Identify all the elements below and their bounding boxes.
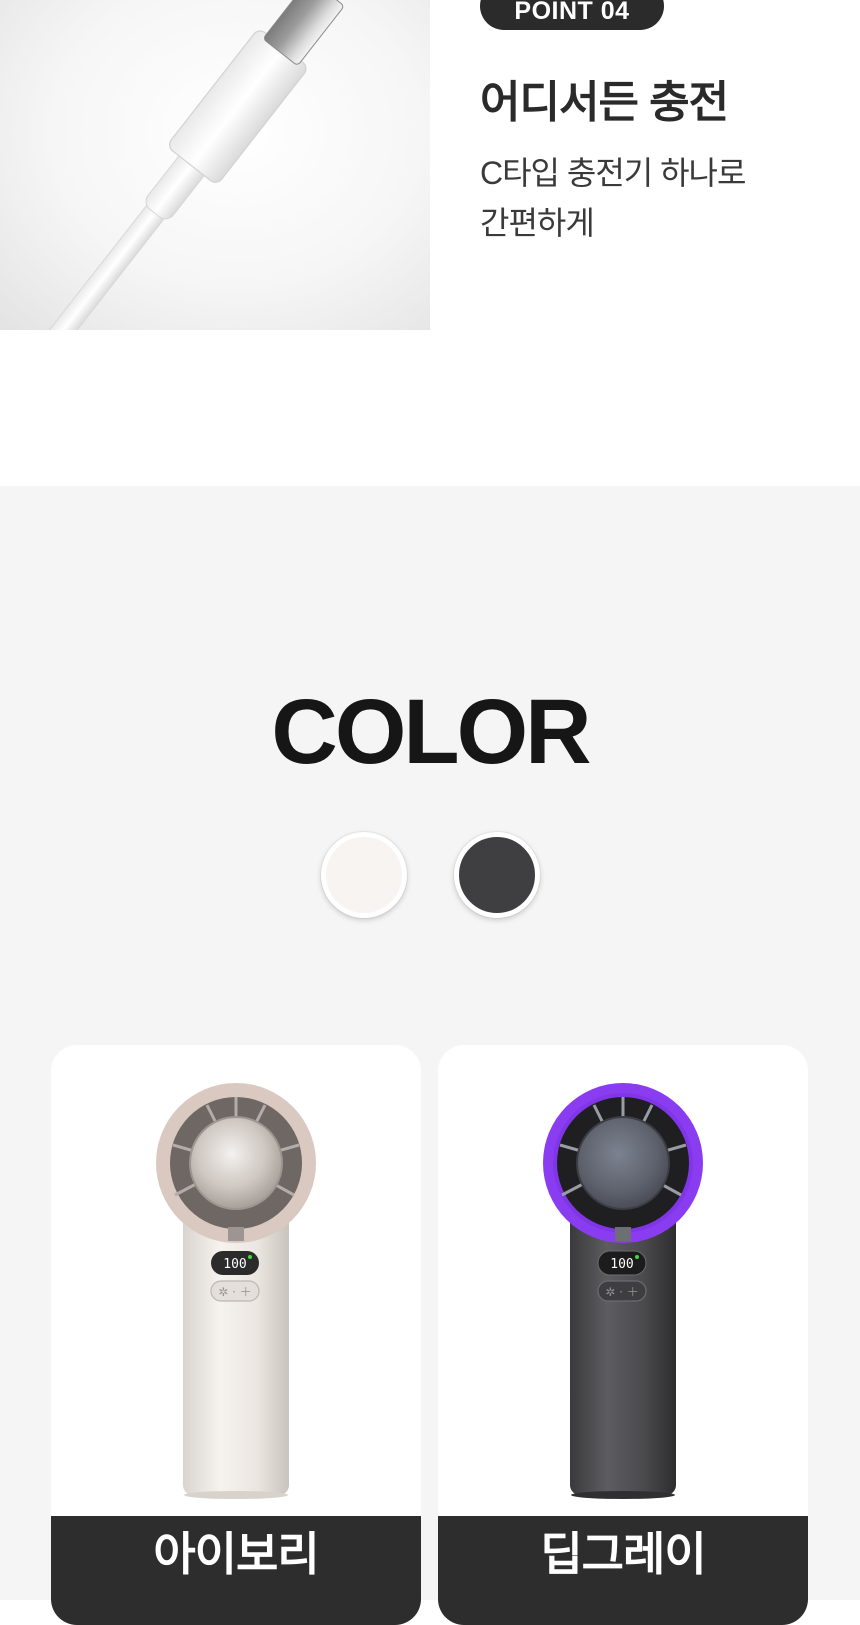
display-readout: 100 [223,1257,246,1272]
usb-c-cable-photo [0,0,430,330]
display-readout: 100 [610,1257,633,1272]
svg-text:✲ · ＋: ✲ · ＋ [218,1285,252,1299]
feature-title: 어디서든 충전 [480,78,729,127]
product-card-ivory[interactable]: 100 ✲ · ＋ 아이보리 [51,1045,421,1625]
fan-ivory-image: 100 ✲ · ＋ [156,1083,316,1499]
product-card-deep-gray[interactable]: 100 ✲ · ＋ 딥그레이 [438,1045,808,1625]
swatch-deep-gray[interactable] [454,832,540,918]
svg-text:✲ · ＋: ✲ · ＋ [605,1285,639,1299]
product-label: 아이보리 [51,1516,421,1625]
feature-section: POINT 04 어디서든 충전 C타입 충전기 하나로 간편하게 [0,0,860,486]
color-section: COLOR 100 ✲ · ＋ 아이보리 100 ✲ · ＋ 딥그레이 [0,486,860,1625]
product-label: 딥그레이 [438,1516,808,1625]
color-title: COLOR [271,681,591,783]
feature-description-line: 간편하게 [480,205,595,241]
fan-deep-gray-image: 100 ✲ · ＋ [543,1083,703,1499]
swatch-ivory[interactable] [321,832,407,918]
feature-description: C타입 충전기 하나로 간편하게 [480,148,820,248]
feature-description-line: C타입 충전기 하나로 [480,155,746,191]
point-badge: POINT 04 [480,0,664,30]
